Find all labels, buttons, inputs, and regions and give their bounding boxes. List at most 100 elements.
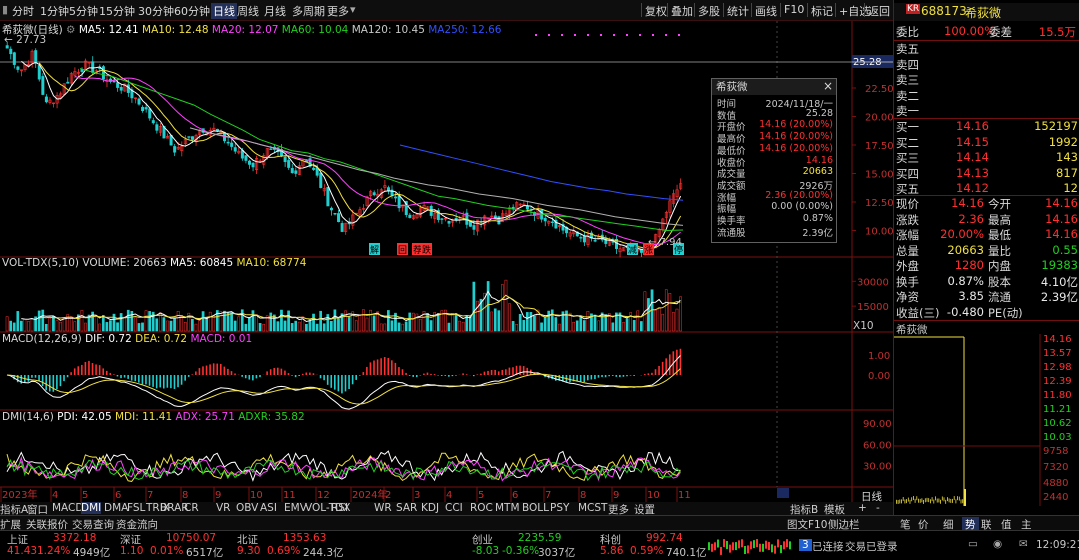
period-2[interactable]: 5分钟: [69, 3, 98, 19]
indicator-tab-16[interactable]: SAR: [396, 502, 417, 514]
candle-body: [141, 106, 145, 112]
candle-body: [394, 196, 398, 199]
indicator-tab-11[interactable]: ASI: [260, 502, 277, 514]
mini-vol-bar: [914, 498, 916, 503]
period-8[interactable]: 月线: [264, 3, 286, 19]
period-7[interactable]: 周线: [237, 3, 259, 19]
period-3[interactable]: 15分钟: [99, 3, 135, 19]
indicator-tab-15[interactable]: WR: [374, 502, 392, 514]
close-icon[interactable]: ×: [823, 79, 833, 93]
macd-tick-label: 1.00: [868, 351, 890, 362]
indicator-tab-20[interactable]: MTM: [495, 502, 520, 514]
tooltip-row: 振幅 0.00 (0.00%): [712, 201, 836, 215]
volume-bar: [540, 322, 543, 332]
candle-body: [326, 187, 330, 207]
ask-row[interactable]: 卖二: [894, 88, 1079, 104]
toolbar-right-5[interactable]: F10: [784, 3, 804, 16]
divider: [894, 320, 1079, 321]
volume-bar: [169, 320, 173, 332]
mini-vol-bar: [918, 498, 919, 503]
bid-row[interactable]: 买二 14.15 1992: [894, 135, 1079, 151]
indicator-tab-21[interactable]: BOLL: [522, 502, 549, 514]
volume-bar: [41, 309, 45, 332]
mini-vol-bar: [913, 496, 914, 501]
ask-row[interactable]: 卖一: [894, 103, 1079, 119]
bid-row[interactable]: 买三 14.14 143: [894, 150, 1079, 166]
candle-body: [329, 207, 333, 211]
monitor-icon[interactable]: ▭: [968, 538, 978, 550]
ma250-label: MA250: 12.66: [428, 24, 502, 36]
minus-icon[interactable]: -: [876, 502, 880, 514]
volume-bar: [315, 323, 319, 332]
spark-bar: [747, 545, 749, 554]
indicator-tab-18[interactable]: CCI: [445, 502, 463, 514]
bid-row[interactable]: 买四 14.13 817: [894, 166, 1079, 182]
candle-body: [312, 167, 316, 170]
toolbar-right-7[interactable]: +自选: [839, 3, 870, 19]
period-6[interactable]: 日线: [211, 3, 237, 19]
macd-tick-label: 0.00: [868, 371, 890, 382]
indicator-tab-14[interactable]: RSI: [331, 502, 348, 514]
volume-bar: [639, 321, 643, 332]
toolbar-right-1[interactable]: 叠加: [671, 3, 693, 19]
volume-bar: [230, 312, 233, 332]
ask-row[interactable]: 卖四: [894, 57, 1079, 73]
indicator-tab-4[interactable]: DMA: [104, 502, 128, 514]
bid-row[interactable]: 买一 14.16 152197: [894, 119, 1079, 135]
volume-bar: [447, 322, 451, 332]
mini-vol-bar: [955, 499, 957, 504]
volume-bar: [387, 310, 390, 332]
indicator-tab-9[interactable]: VR: [216, 502, 230, 514]
mini-vol-bar: [964, 489, 966, 506]
more-chevron-icon[interactable]: ▾: [350, 3, 356, 16]
menu-icon[interactable]: ▮: [2, 3, 8, 16]
period-0[interactable]: 分时: [12, 3, 34, 19]
y-tick-label: 12.50: [865, 198, 893, 209]
period-1[interactable]: 1分钟: [40, 3, 69, 19]
toolbar-right-3[interactable]: 统计: [727, 3, 749, 19]
spark-bar: [708, 542, 710, 551]
tooltip-value: 14.16 (20.00%): [759, 119, 833, 131]
toolbar-right-4[interactable]: 画线: [755, 3, 777, 19]
stat-row: 涨跌 2.36 最高 14.16: [896, 211, 1078, 227]
toolbar-right-6[interactable]: 标记: [811, 3, 833, 19]
x-tick-label: 4: [446, 490, 452, 501]
ask-row[interactable]: 卖五: [894, 41, 1079, 57]
period-9[interactable]: 多周期: [292, 3, 325, 19]
indicator-tab-12[interactable]: EMV: [284, 502, 307, 514]
x-tick-label: 6: [115, 490, 121, 501]
indicator-tab-23[interactable]: MCST: [578, 502, 607, 514]
notify-badge[interactable]: 3: [799, 539, 812, 551]
volume-bar: [600, 312, 604, 332]
toolbar-right-8[interactable]: 返回: [868, 3, 890, 19]
period-5[interactable]: 60分钟: [174, 3, 210, 19]
period-4[interactable]: 30分钟: [138, 3, 174, 19]
dmi-legend: DMI(14,6) PDI: 42.05 MDI: 11.41 ADX: 25.…: [2, 411, 305, 423]
indicator-tab-3[interactable]: DMI: [81, 502, 102, 514]
candle-body: [119, 87, 123, 91]
indicator-tab-8[interactable]: CR: [184, 502, 199, 514]
tooltip-value: 14.16: [805, 154, 833, 166]
candle-body: [290, 168, 294, 174]
indicator-tab-17[interactable]: KDJ: [421, 502, 439, 514]
ask-row[interactable]: 卖三: [894, 72, 1079, 88]
toolbar-right-2[interactable]: 多股: [698, 3, 720, 19]
tooltip-value: 20663: [802, 166, 833, 178]
indicator-tab-5[interactable]: FSL: [127, 502, 145, 514]
indicator-tab-19[interactable]: ROC: [470, 502, 493, 514]
indicator-tab-2[interactable]: MACD: [52, 502, 83, 514]
message-icon[interactable]: ✉: [1019, 538, 1028, 550]
volume-bar: [436, 313, 440, 332]
toolbar-sep: [751, 3, 752, 17]
volume-bar: [155, 318, 159, 332]
chat-icon[interactable]: ◉: [993, 538, 1002, 550]
tooltip-title: 希荻微: [712, 79, 836, 95]
add-icon[interactable]: +: [858, 502, 867, 514]
mini-vol-bar: [916, 496, 918, 501]
period-10[interactable]: 更多: [327, 3, 349, 19]
indicator-tab-22[interactable]: PSY: [550, 502, 569, 514]
indicator-tab-10[interactable]: OBV: [236, 502, 258, 514]
ma20-label: MA20: 12.07: [211, 24, 279, 36]
toolbar-right-0[interactable]: 复权: [645, 3, 667, 19]
volume-bar: [9, 320, 13, 332]
